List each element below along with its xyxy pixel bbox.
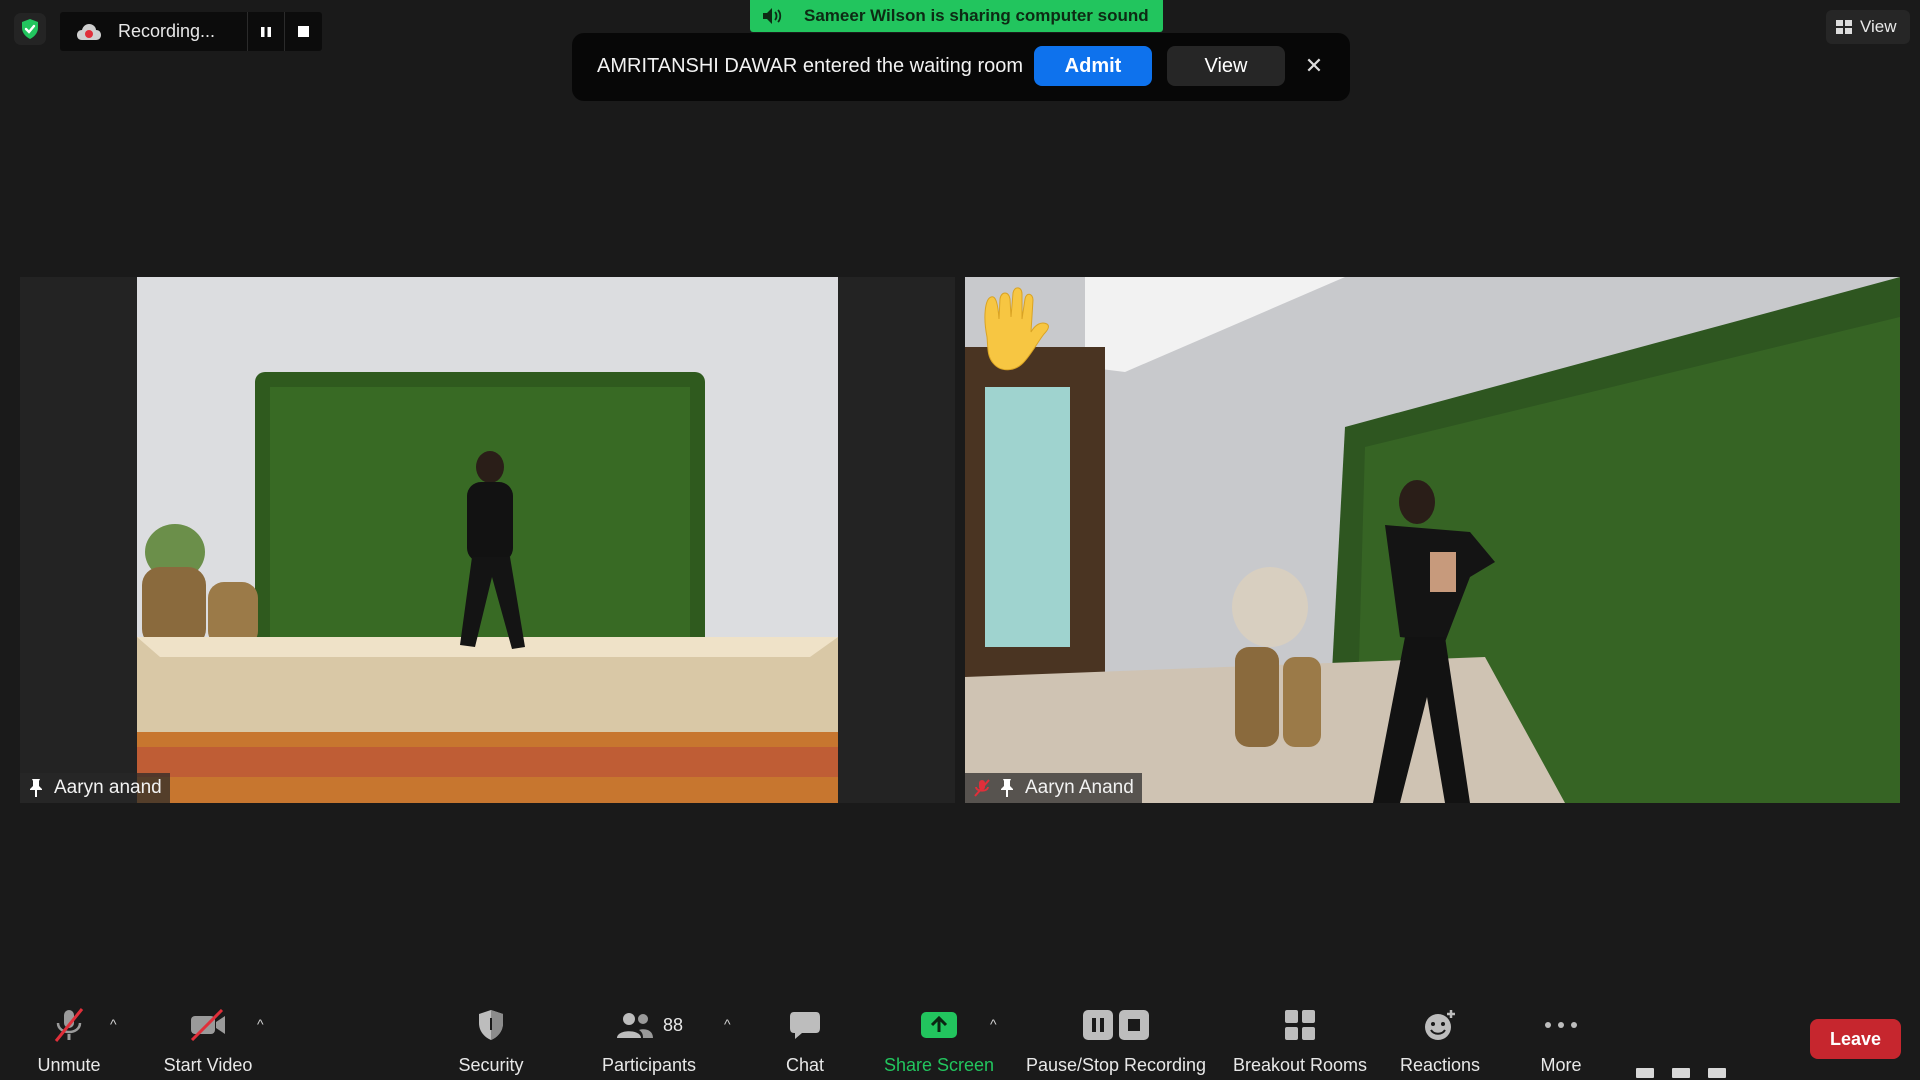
chat-label: Chat — [785, 1055, 825, 1075]
share-banner-text: Sameer Wilson is sharing computer sound — [804, 6, 1149, 25]
pause-stop-recording-icon — [1022, 1005, 1210, 1045]
more-button[interactable]: More — [1530, 1005, 1592, 1076]
unmute-button[interactable]: Unmute — [28, 1005, 110, 1076]
more-dots-icon — [1530, 1005, 1592, 1045]
start-video-label: Start Video — [163, 1055, 253, 1075]
share-options-caret[interactable]: ^ — [990, 1016, 997, 1032]
participants-button[interactable]: 88 Participants — [596, 1005, 702, 1076]
share-screen-button[interactable]: Share Screen — [878, 1005, 1000, 1076]
security-label: Security — [458, 1055, 524, 1075]
breakout-rooms-icon — [1228, 1005, 1372, 1045]
participant-video — [20, 277, 955, 803]
close-icon[interactable]: ✕ — [1300, 52, 1328, 80]
audio-options-caret[interactable]: ^ — [110, 1016, 117, 1032]
stop-icon — [298, 26, 310, 37]
reactions-icon — [1395, 1005, 1485, 1045]
pause-stop-recording-button[interactable]: Pause/Stop Recording — [1022, 1005, 1210, 1076]
waiting-room-message: AMRITANSHI DAWAR entered the waiting roo… — [597, 55, 1024, 77]
muted-mic-icon — [974, 779, 990, 797]
layout-switcher[interactable] — [1636, 1068, 1746, 1080]
share-sound-banner[interactable]: Sameer Wilson is sharing computer sound — [750, 0, 1163, 32]
participants-icon-row: 88 — [596, 1005, 702, 1045]
chat-icon — [770, 1005, 840, 1045]
share-screen-label: Share Screen — [883, 1055, 995, 1075]
participants-count: 88 — [662, 1014, 684, 1035]
participant-name: Aaryn anand — [54, 777, 162, 798]
view-waiting-room-button[interactable]: View — [1167, 46, 1285, 86]
video-tile-2[interactable]: Aaryn Anand — [965, 277, 1900, 803]
speaker-view-icon[interactable] — [1636, 1068, 1654, 1078]
video-off-icon — [158, 1005, 258, 1045]
security-shield-icon — [450, 1005, 532, 1045]
pause-recording-button[interactable] — [246, 12, 285, 51]
pause-icon — [260, 26, 271, 37]
unmute-label: Unmute — [37, 1055, 101, 1075]
admit-button[interactable]: Admit — [1034, 46, 1152, 86]
share-screen-icon — [878, 1005, 1000, 1045]
participant-name-tag: Aaryn Anand — [965, 773, 1142, 803]
grid-view-icon — [1836, 20, 1852, 34]
grid-view-icon[interactable] — [1708, 1068, 1726, 1078]
view-layout-button[interactable]: View — [1826, 10, 1910, 44]
pin-icon — [1001, 779, 1013, 797]
recording-status-text: Recording... — [118, 21, 216, 41]
shield-check-icon — [22, 19, 38, 39]
speaker-icon — [763, 8, 782, 24]
pin-icon — [30, 779, 42, 797]
more-label: More — [1540, 1055, 1582, 1075]
recording-indicator: Recording... — [60, 12, 322, 51]
leave-button[interactable]: Leave — [1810, 1019, 1901, 1059]
security-status-icon[interactable] — [14, 13, 46, 45]
participant-name: Aaryn Anand — [1025, 777, 1134, 798]
breakout-rooms-button[interactable]: Breakout Rooms — [1228, 1005, 1372, 1076]
chat-button[interactable]: Chat — [770, 1005, 840, 1076]
stop-recording-button[interactable] — [284, 12, 322, 51]
waiting-room-notification: AMRITANSHI DAWAR entered the waiting roo… — [572, 33, 1350, 101]
start-video-button[interactable]: Start Video — [158, 1005, 258, 1076]
reactions-button[interactable]: Reactions — [1395, 1005, 1485, 1076]
mic-off-icon — [28, 1005, 110, 1045]
gallery-view-icon[interactable] — [1672, 1068, 1690, 1078]
participant-name-tag: Aaryn anand — [20, 773, 170, 803]
pause-stop-recording-label: Pause/Stop Recording — [1025, 1055, 1207, 1075]
cloud-record-icon — [76, 23, 102, 41]
breakout-rooms-label: Breakout Rooms — [1232, 1055, 1368, 1075]
participants-options-caret[interactable]: ^ — [724, 1016, 731, 1032]
security-button[interactable]: Security — [450, 1005, 532, 1076]
participants-label: Participants — [601, 1055, 697, 1075]
participant-video — [965, 277, 1900, 803]
view-button-label: View — [1860, 17, 1897, 36]
reactions-label: Reactions — [1399, 1055, 1481, 1075]
video-options-caret[interactable]: ^ — [257, 1016, 264, 1032]
participants-icon — [616, 1013, 653, 1038]
video-tile-1[interactable]: Aaryn anand — [20, 277, 955, 803]
